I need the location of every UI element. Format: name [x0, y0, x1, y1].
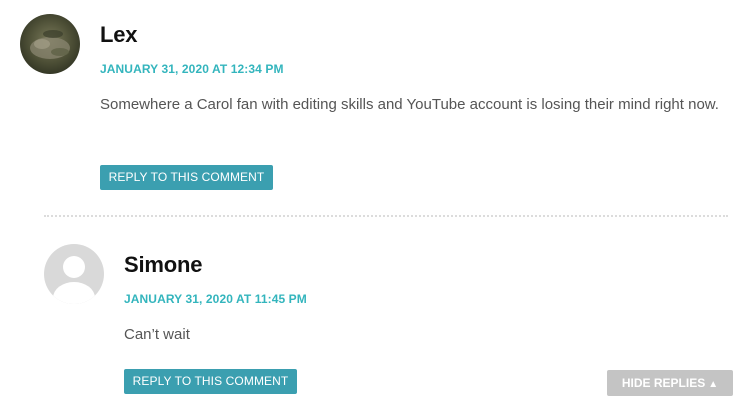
hide-replies-label: HIDE REPLIES	[621, 376, 706, 390]
avatar-lex	[20, 14, 80, 74]
avatar-default-icon	[44, 244, 104, 304]
reply-button[interactable]: REPLY TO THIS COMMENT	[100, 165, 273, 190]
comment-text: Somewhere a Carol fan with editing skill…	[100, 96, 719, 113]
comment-author: Lex	[100, 22, 138, 47]
comment-author: Simone	[124, 252, 203, 277]
triangle-up-icon: ▲	[708, 379, 719, 390]
comment-text: Can’t wait	[124, 326, 190, 343]
comment-date[interactable]: JANUARY 31, 2020 AT 12:34 PM	[100, 62, 284, 76]
hide-replies-button[interactable]: HIDE REPLIES ▲	[607, 370, 733, 396]
comment-date[interactable]: JANUARY 31, 2020 AT 11:45 PM	[124, 292, 307, 306]
comment-divider	[44, 215, 728, 217]
reply-button[interactable]: REPLY TO THIS COMMENT	[124, 369, 297, 394]
